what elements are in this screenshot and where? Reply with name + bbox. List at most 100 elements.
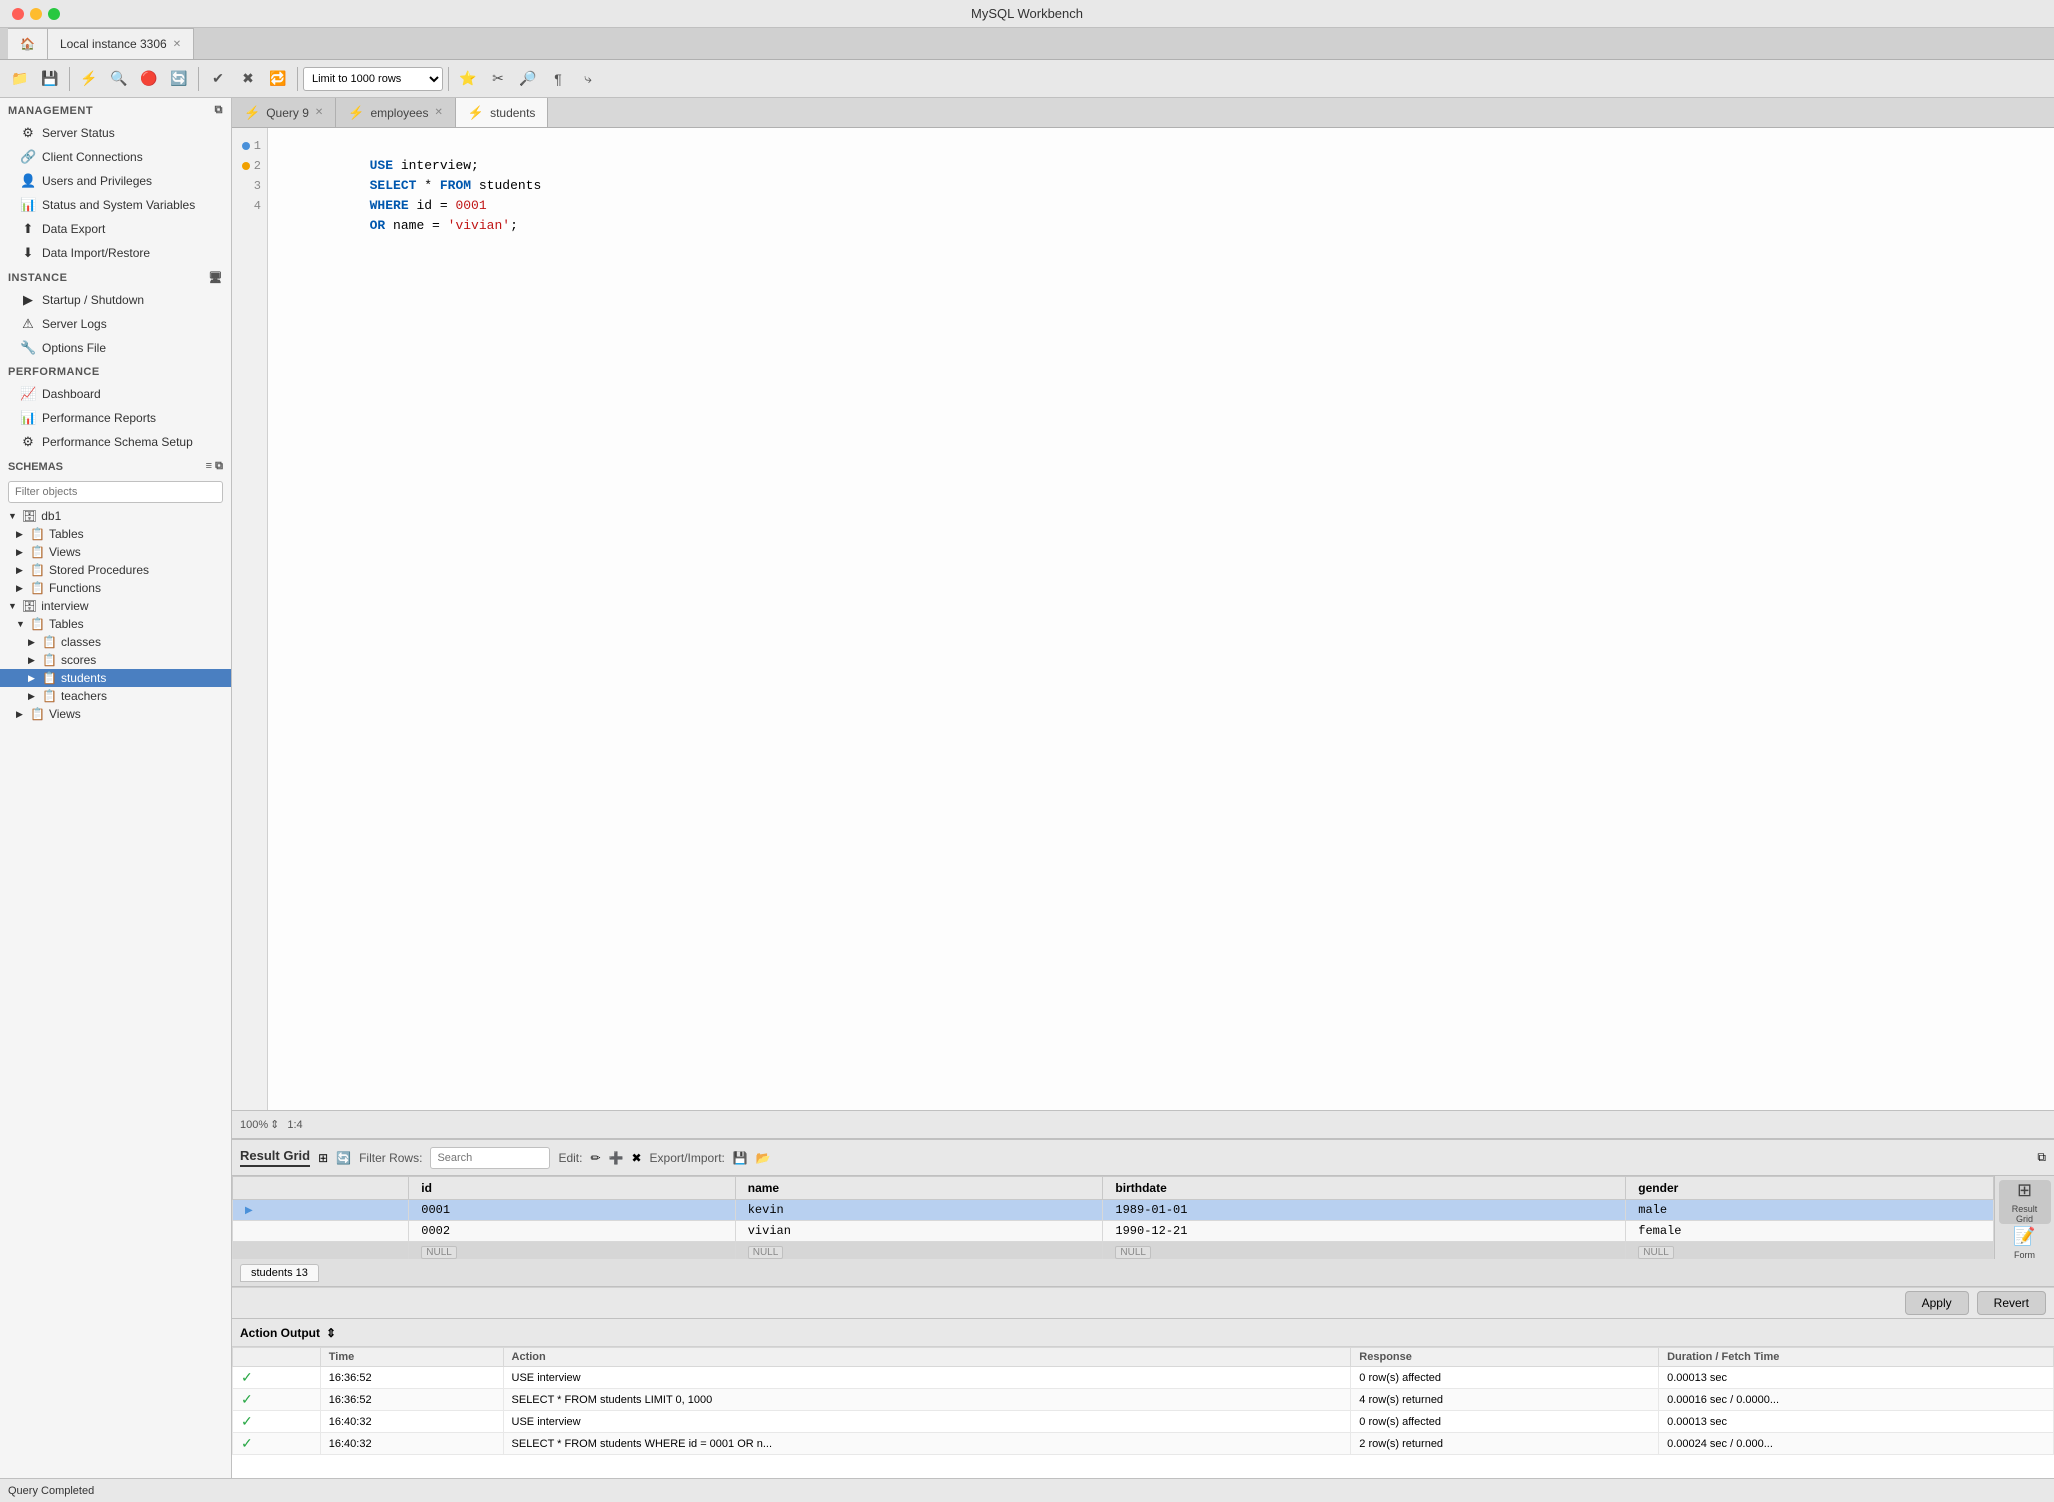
result-tab-students[interactable]: students 13 bbox=[240, 1264, 319, 1282]
revert-button[interactable]: Revert bbox=[1977, 1291, 2046, 1315]
query-tab-9[interactable]: ⚡ Query 9 ✕ bbox=[232, 98, 336, 127]
maximize-button[interactable] bbox=[48, 8, 60, 20]
sidebar-item-server-status[interactable]: ⚙ Server Status bbox=[0, 121, 231, 145]
sidebar-item-data-export[interactable]: ⬆ Data Export bbox=[0, 217, 231, 241]
toolbar-separator bbox=[69, 67, 70, 91]
save-button[interactable]: 💾 bbox=[36, 65, 64, 93]
tree-students[interactable]: ▶ 📋 students bbox=[0, 669, 231, 687]
window-controls[interactable] bbox=[12, 8, 60, 20]
cell-null-birthdate[interactable]: NULL bbox=[1103, 1242, 1626, 1260]
performance-schema-icon: ⚙ bbox=[20, 434, 36, 450]
tree-scores[interactable]: ▶ 📋 scores bbox=[0, 651, 231, 669]
sidebar-item-users-privileges[interactable]: 👤 Users and Privileges bbox=[0, 169, 231, 193]
instance-tab[interactable]: Local instance 3306 ✕ bbox=[48, 28, 194, 59]
cell-birthdate[interactable]: 1990-12-21 bbox=[1103, 1221, 1626, 1242]
grid-refresh-btn[interactable]: 🔄 bbox=[336, 1151, 351, 1165]
auto-commit-button[interactable]: 🔁 bbox=[264, 65, 292, 93]
table-row[interactable]: 0002 vivian 1990-12-21 female bbox=[233, 1221, 1994, 1242]
delete-row-btn[interactable]: ✖ bbox=[631, 1151, 641, 1165]
cell-null-name[interactable]: NULL bbox=[735, 1242, 1103, 1260]
table-row[interactable]: NULL NULL NULL NULL bbox=[233, 1242, 1994, 1260]
explain-button[interactable]: 🔍 bbox=[105, 65, 133, 93]
col-action[interactable]: Action bbox=[503, 1348, 1351, 1367]
action-output-sort-icon[interactable]: ⇕ bbox=[326, 1326, 336, 1340]
tree-db1-views[interactable]: ▶ 📋 Views bbox=[0, 543, 231, 561]
response-27: 4 row(s) returned bbox=[1351, 1389, 1659, 1411]
cell-null-gender[interactable]: NULL bbox=[1626, 1242, 1994, 1260]
col-header-name[interactable]: name bbox=[735, 1177, 1103, 1200]
tree-interview-views[interactable]: ▶ 📋 Views bbox=[0, 705, 231, 723]
insert-row-btn[interactable]: ➕ bbox=[609, 1151, 624, 1165]
import-btn[interactable]: 📂 bbox=[756, 1151, 771, 1165]
search-code-button[interactable]: 🔎 bbox=[514, 65, 542, 93]
tree-db1-tables[interactable]: ▶ 📋 Tables bbox=[0, 525, 231, 543]
cell-null-id[interactable]: NULL bbox=[409, 1242, 735, 1260]
result-grid-panel[interactable]: id name birthdate gender ▶ 0001 bbox=[232, 1176, 1994, 1259]
tree-classes[interactable]: ▶ 📋 classes bbox=[0, 633, 231, 651]
col-response[interactable]: Response bbox=[1351, 1348, 1659, 1367]
zoom-level: 100% bbox=[240, 1119, 268, 1131]
tree-db1[interactable]: ▼ 🗄 db1 bbox=[0, 507, 231, 525]
sidebar-item-status-variables[interactable]: 📊 Status and System Variables bbox=[0, 193, 231, 217]
commit-button[interactable]: ✔ bbox=[204, 65, 232, 93]
filter-objects-input[interactable] bbox=[8, 481, 223, 503]
close-button[interactable] bbox=[12, 8, 24, 20]
sidebar-item-client-connections[interactable]: 🔗 Client Connections bbox=[0, 145, 231, 169]
expand-btn[interactable]: ⧉ bbox=[2037, 1150, 2046, 1165]
search-input[interactable] bbox=[430, 1147, 550, 1169]
tree-db1-stored-procs[interactable]: ▶ 📋 Stored Procedures bbox=[0, 561, 231, 579]
cell-gender[interactable]: female bbox=[1626, 1221, 1994, 1242]
line-2: 2 bbox=[232, 156, 267, 176]
tree-interview-tables[interactable]: ▼ 📋 Tables bbox=[0, 615, 231, 633]
zoom-control[interactable]: 100% ⇕ bbox=[240, 1118, 279, 1131]
edit-row-btn[interactable]: ✏ bbox=[590, 1151, 600, 1165]
apply-button[interactable]: Apply bbox=[1905, 1291, 1969, 1315]
stop-button[interactable]: 🔴 bbox=[135, 65, 163, 93]
sidebar-item-options-file[interactable]: 🔧 Options File bbox=[0, 336, 231, 360]
col-header-id[interactable]: id bbox=[409, 1177, 735, 1200]
sidebar-item-server-logs[interactable]: ⚠ Server Logs bbox=[0, 312, 231, 336]
sidebar-item-performance-schema[interactable]: ⚙ Performance Schema Setup bbox=[0, 430, 231, 454]
export-btn[interactable]: 💾 bbox=[733, 1151, 748, 1165]
tree-db1-functions[interactable]: ▶ 📋 Functions bbox=[0, 579, 231, 597]
query-tab-employees[interactable]: ⚡ employees ✕ bbox=[336, 98, 456, 127]
result-grid-tab[interactable]: Result Grid bbox=[240, 1148, 310, 1167]
cell-id[interactable]: 0001 bbox=[409, 1200, 735, 1221]
tree-teachers[interactable]: ▶ 📋 teachers bbox=[0, 687, 231, 705]
home-tab[interactable]: 🏠 bbox=[8, 28, 48, 59]
cell-id[interactable]: 0002 bbox=[409, 1221, 735, 1242]
col-header-birthdate[interactable]: birthdate bbox=[1103, 1177, 1626, 1200]
instance-tab-close[interactable]: ✕ bbox=[173, 39, 181, 50]
indent-button[interactable]: ⤷ bbox=[574, 65, 602, 93]
sidebar-item-startup-shutdown[interactable]: ▶ Startup / Shutdown bbox=[0, 288, 231, 312]
query-tab-students[interactable]: ⚡ students bbox=[456, 98, 549, 127]
word-wrap-button[interactable]: ¶ bbox=[544, 65, 572, 93]
cell-name[interactable]: kevin bbox=[735, 1200, 1103, 1221]
minimize-button[interactable] bbox=[30, 8, 42, 20]
execute-button[interactable]: ⚡ bbox=[75, 65, 103, 93]
cell-birthdate[interactable]: 1989-01-01 bbox=[1103, 1200, 1626, 1221]
cell-name[interactable]: vivian bbox=[735, 1221, 1103, 1242]
grid-icon-btn[interactable]: ⊞ bbox=[318, 1151, 328, 1165]
col-header-gender[interactable]: gender bbox=[1626, 1177, 1994, 1200]
col-time[interactable]: Time bbox=[320, 1348, 503, 1367]
form-editor-panel-btn[interactable]: 📝 FormEditor bbox=[1999, 1226, 2051, 1259]
query9-close[interactable]: ✕ bbox=[315, 107, 323, 118]
table-row[interactable]: ▶ 0001 kevin 1989-01-01 male bbox=[233, 1200, 1994, 1221]
rollback-button[interactable]: ✖ bbox=[234, 65, 262, 93]
snippets-button[interactable]: ✂ bbox=[484, 65, 512, 93]
code-editor[interactable]: USE interview; SELECT * FROM students WH… bbox=[268, 128, 2054, 1110]
col-duration[interactable]: Duration / Fetch Time bbox=[1659, 1348, 2054, 1367]
cell-gender[interactable]: male bbox=[1626, 1200, 1994, 1221]
result-grid-panel-btn[interactable]: ⊞ ResultGrid bbox=[1999, 1180, 2051, 1224]
limit-select[interactable]: Limit to 1000 rows bbox=[303, 67, 443, 91]
open-folder-button[interactable]: 📁 bbox=[6, 65, 34, 93]
sidebar-item-performance-reports[interactable]: 📊 Performance Reports bbox=[0, 406, 231, 430]
sidebar-item-data-import[interactable]: ⬇ Data Import/Restore bbox=[0, 241, 231, 265]
employees-close[interactable]: ✕ bbox=[434, 107, 442, 118]
favorites-button[interactable]: ⭐ bbox=[454, 65, 482, 93]
sidebar-item-dashboard[interactable]: 📈 Dashboard bbox=[0, 382, 231, 406]
tree-interview[interactable]: ▼ 🗄 interview bbox=[0, 597, 231, 615]
refresh-button[interactable]: 🔄 bbox=[165, 65, 193, 93]
instance-tab-label: Local instance 3306 bbox=[60, 37, 167, 51]
